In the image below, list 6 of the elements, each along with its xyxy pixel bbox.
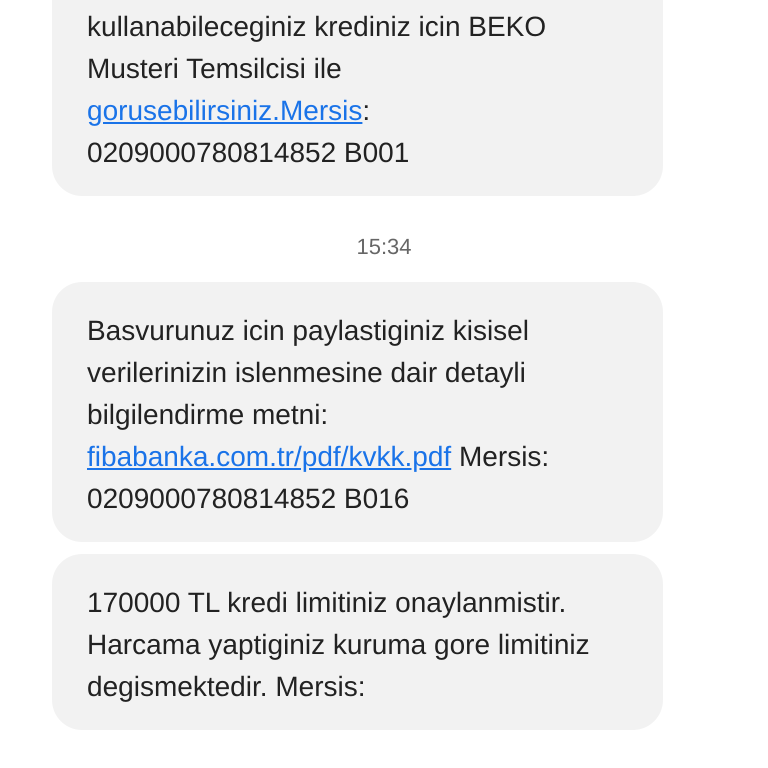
message-text: 170000 TL kredi limitiniz onaylanmistir. Harcama yaptiginiz kuruma gore limitiniz degismektedir. Mersis: [87,586,591,704]
message-text: kullanabileceginiz krediniz icin BEKO Musteri Temsilcisi ile gorusebilirsiniz.Mersis: 0209000780814852 B001 [87,10,548,170]
link[interactable]: fibabanka.com.tr/pdf/kvkk.pdf [87,441,452,472]
message-time: 15:34 [355,234,413,260]
message-text: Basvurunuz icin paylastiginiz kisisel verilerinizin islenmesine dair detayli bilgilendirme metni: fibabanka.com.tr/pdf/kvkk.pdf Mersis: 0209000780814852 B016 [87,314,550,516]
link[interactable]: gorusebilirsiniz.Mersis [87,95,362,126]
